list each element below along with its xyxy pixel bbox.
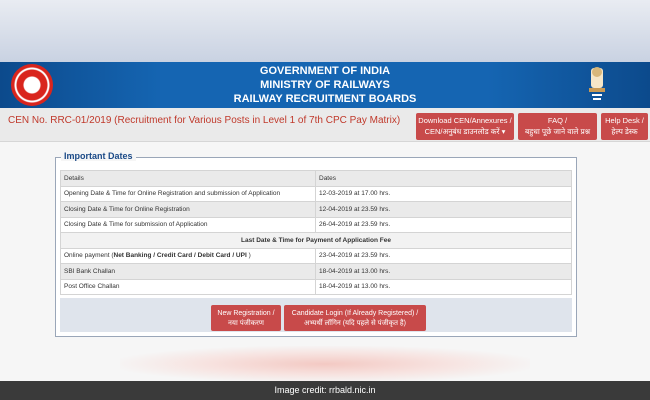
row-date: 12-04-2019 at 23.59 hrs.: [315, 201, 572, 218]
site-header: GOVERNMENT OF INDIA MINISTRY OF RAILWAYS…: [0, 62, 650, 108]
row-detail: Opening Date & Time for Online Registrat…: [60, 185, 316, 202]
new-registration-label: New Registration /: [217, 310, 275, 317]
blurred-background: [120, 346, 530, 382]
candidate-login-button[interactable]: Candidate Login (If Already Registered) …: [284, 305, 426, 331]
header-line-rrb: RAILWAY RECRUITMENT BOARDS: [233, 93, 417, 105]
table-row: Closing Date & Time for submission of Ap…: [60, 216, 572, 233]
online-suffix: ): [246, 252, 251, 260]
candidate-login-label-hindi: अभ्यर्थी लॉगिन (यदि पहले से पंजीकृत है): [304, 320, 406, 327]
row-date: 12-03-2019 at 17.00 hrs.: [315, 185, 572, 202]
header-line-ministry: MINISTRY OF RAILWAYS: [260, 79, 390, 91]
notice-bar: CEN No. RRC-01/2019 (Recruitment for Var…: [0, 108, 650, 142]
row-date: 26-04-2019 at 23.59 hrs.: [315, 216, 572, 233]
ashoka-emblem-icon: [589, 67, 605, 100]
column-header-details: Details: [60, 170, 316, 187]
online-methods: Net Banking / Credit Card / Debit Card /…: [113, 252, 247, 260]
top-band: [0, 0, 650, 62]
faq-label: FAQ /: [547, 116, 568, 125]
download-cen-label: Download CEN/Annexures /: [418, 116, 512, 125]
row-detail-online-payment: Online payment (Net Banking / Credit Car…: [60, 247, 316, 264]
help-desk-button[interactable]: Help Desk / हेल्प डेस्क: [601, 113, 648, 140]
row-date: 18-04-2019 at 13.00 hrs.: [315, 278, 572, 295]
row-date: 18-04-2019 at 13.00 hrs.: [315, 263, 572, 280]
column-header-dates: Dates: [315, 170, 572, 187]
table-header-row: Details Dates: [60, 170, 572, 187]
help-desk-label: Help Desk /: [605, 116, 644, 125]
help-desk-label-hindi: हेल्प डेस्क: [611, 127, 638, 136]
table-row: Closing Date & Time for Online Registrat…: [60, 201, 572, 218]
table-row: Opening Date & Time for Online Registrat…: [60, 185, 572, 202]
faq-label-hindi: बहुधा पूछे जाने वाले प्रश्न: [524, 127, 591, 136]
payment-section-header-row: Last Date & Time for Payment of Applicat…: [60, 232, 572, 249]
faq-button[interactable]: FAQ / बहुधा पूछे जाने वाले प्रश्न: [518, 113, 597, 140]
new-registration-label-hindi: नया पंजीकरण: [228, 320, 264, 327]
table-row: SBI Bank Challan 18-04-2019 at 13.00 hrs…: [60, 263, 572, 280]
new-registration-button[interactable]: New Registration / नया पंजीकरण: [211, 305, 281, 331]
payment-section-header: Last Date & Time for Payment of Applicat…: [60, 232, 572, 249]
important-dates-table: Details Dates Opening Date & Time for On…: [60, 170, 572, 295]
table-row: Online payment (Net Banking / Credit Car…: [60, 247, 572, 264]
action-button-row: New Registration / नया पंजीकरण Candidate…: [60, 298, 572, 332]
download-cen-button[interactable]: Download CEN/Annexures / CEN/अनुबंध डाउन…: [416, 113, 514, 140]
header-line-government: GOVERNMENT OF INDIA: [259, 65, 391, 77]
download-cen-label-hindi: CEN/अनुबंध डाउनलोड करें ▾: [424, 127, 506, 136]
candidate-login-label: Candidate Login (If Already Registered) …: [291, 310, 419, 317]
row-date: 23-04-2019 at 23.59 hrs.: [315, 247, 572, 264]
table-row: Post Office Challan 18-04-2019 at 13.00 …: [60, 278, 572, 295]
row-detail: Closing Date & Time for submission of Ap…: [60, 216, 316, 233]
row-detail: Closing Date & Time for Online Registrat…: [60, 201, 316, 218]
important-dates-legend: Important Dates: [61, 151, 136, 161]
cen-title: CEN No. RRC-01/2019 (Recruitment for Var…: [8, 115, 401, 126]
image-credit: Image credit: rrbald.nic.in: [0, 381, 650, 400]
header-titles: GOVERNMENT OF INDIA MINISTRY OF RAILWAYS…: [0, 64, 650, 106]
online-prefix: Online payment (: [64, 252, 114, 260]
row-detail: Post Office Challan: [60, 278, 316, 295]
row-detail: SBI Bank Challan: [60, 263, 316, 280]
